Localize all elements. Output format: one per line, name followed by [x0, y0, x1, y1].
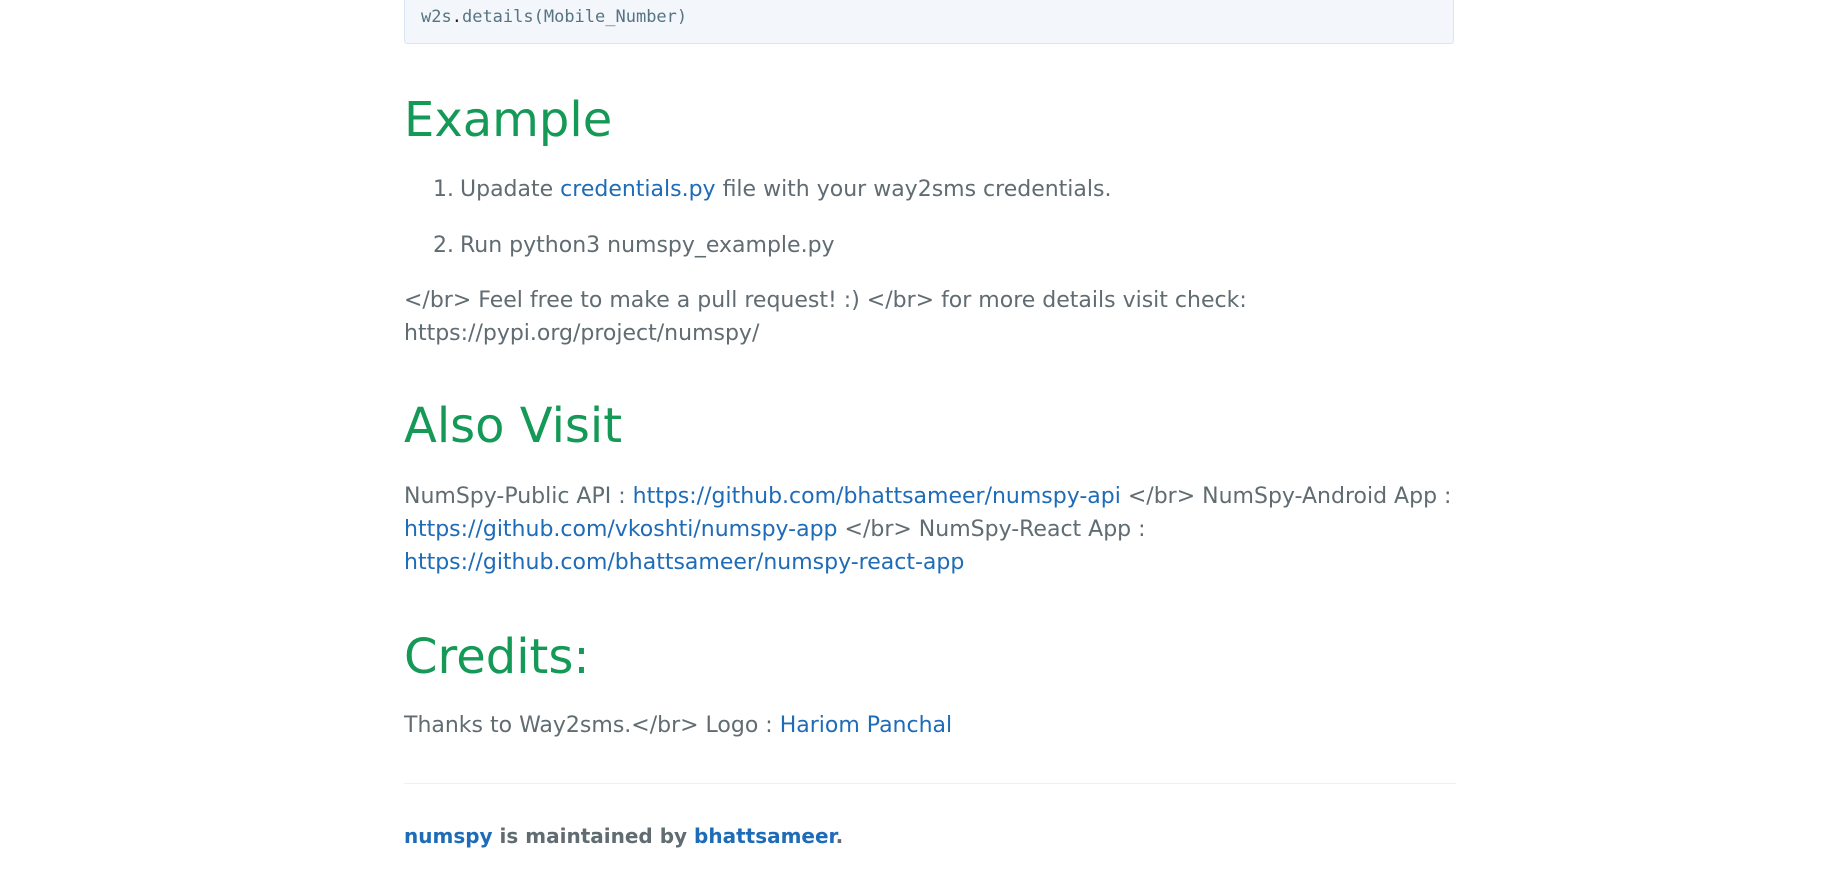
- also-visit-line-3: https://github.com/bhattsameer/numspy-re…: [404, 546, 964, 579]
- step-text: Run python3 numspy_example.py: [460, 233, 835, 258]
- project-link[interactable]: numspy: [404, 824, 493, 848]
- example-step-2: 2. Run python3 numspy_example.py: [428, 229, 835, 262]
- also-visit-line-2: https://github.com/vkoshti/numspy-app </…: [404, 513, 1146, 546]
- credits-text: Thanks to Way2sms.</br> Logo : Hariom Pa…: [404, 709, 952, 742]
- code-object: w2s: [421, 7, 452, 27]
- android-label: </br> NumSpy-Android App :: [1120, 484, 1452, 509]
- credits-label: Thanks to Way2sms.</br> Logo :: [404, 713, 780, 738]
- footer-divider: [404, 783, 1456, 784]
- step-text-prefix: Upadate: [460, 177, 561, 202]
- example-note-line-2: https://pypi.org/project/numspy/: [404, 321, 760, 346]
- step-number: 2.: [433, 233, 454, 258]
- code-dot: .: [451, 7, 462, 27]
- android-app-link[interactable]: https://github.com/vkoshti/numspy-app: [404, 517, 838, 542]
- example-note-line-1: </br> Feel free to make a pull request! …: [404, 288, 1247, 313]
- credits-heading: Credits:: [404, 629, 590, 685]
- site-footer: numspy is maintained by bhattsameer.: [404, 822, 843, 850]
- example-step-1: 1. Upadate credentials.py file with your …: [428, 173, 1111, 206]
- logo-author-link[interactable]: Hariom Panchal: [780, 713, 952, 738]
- credentials-link[interactable]: credentials.py: [560, 177, 715, 202]
- code-block: w2s.details(Mobile_Number): [404, 0, 1454, 44]
- step-text-suffix: file with your way2sms credentials.: [715, 177, 1112, 202]
- footer-middle-text: is maintained by: [492, 824, 695, 848]
- step-number: 1.: [433, 177, 454, 202]
- code-call: details(Mobile_Number): [461, 7, 688, 27]
- author-link[interactable]: bhattsameer: [694, 824, 836, 848]
- also-visit-line-1: NumSpy-Public API : https://github.com/b…: [404, 480, 1451, 513]
- react-app-link[interactable]: https://github.com/bhattsameer/numspy-re…: [404, 550, 964, 575]
- public-api-label: NumSpy-Public API :: [404, 484, 633, 509]
- code-line: w2s.details(Mobile_Number): [421, 7, 687, 27]
- also-visit-heading: Also Visit: [404, 398, 623, 454]
- footer-end: .: [835, 824, 844, 848]
- example-heading: Example: [404, 92, 613, 148]
- react-label: </br> NumSpy-React App :: [837, 517, 1146, 542]
- public-api-link[interactable]: https://github.com/bhattsameer/numspy-ap…: [633, 484, 1121, 509]
